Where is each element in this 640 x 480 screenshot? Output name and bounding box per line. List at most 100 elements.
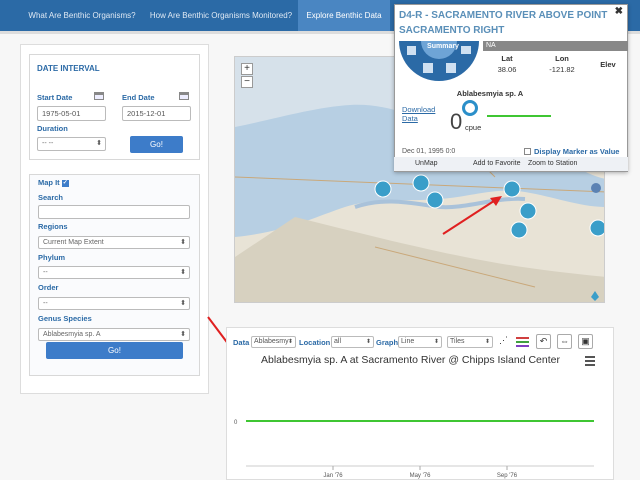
mapit-label: Map It ✓ [38, 178, 69, 187]
nav-how-monitored[interactable]: How Are Benthic Organisms Monitored? [146, 0, 296, 31]
gauge-icon [462, 100, 478, 116]
order-select[interactable]: -- ⬍ [38, 297, 190, 310]
station-marker[interactable] [589, 219, 605, 237]
expand-icon[interactable]: ⇔ [557, 334, 572, 349]
zoom-out-button[interactable]: − [241, 76, 253, 88]
location-label: Location [299, 338, 331, 347]
location-select[interactable]: all ⬍ [331, 336, 374, 348]
tiles-select-value: Tiles [450, 338, 465, 345]
station-marker-selected[interactable] [503, 180, 521, 198]
audio-icon[interactable] [446, 63, 456, 73]
select-caret-icon: ⬍ [180, 300, 186, 307]
graph-type-select[interactable]: Line ⬍ [398, 336, 442, 348]
chart-menu-icon[interactable] [585, 356, 595, 366]
station-marker[interactable] [510, 221, 528, 239]
phylum-label: Phylum [38, 253, 66, 262]
display-marker-label: Display Marker as Value [534, 147, 620, 156]
unmap-action[interactable]: UnMap [415, 160, 438, 167]
graph-type-value: Line [401, 338, 415, 345]
color-legend-icon[interactable] [515, 334, 530, 349]
species-name: Ablabesmyia sp. A [456, 89, 524, 98]
order-label: Order [38, 283, 59, 292]
date-interval-title: DATE INTERVAL [37, 64, 100, 73]
count-value: 0 [450, 109, 463, 134]
nav-explore-data[interactable]: Explore Benthic Data [298, 0, 390, 31]
station-marker[interactable] [426, 191, 444, 209]
menu-line [585, 364, 595, 366]
location-select-value: all [334, 338, 342, 345]
station-marker[interactable] [374, 180, 392, 198]
station-marker[interactable] [519, 202, 537, 220]
select-caret-icon: ⬍ [180, 331, 186, 338]
display-marker-checkbox[interactable] [524, 148, 531, 155]
undo-icon[interactable]: ↶ [536, 334, 551, 349]
genus-label: Genus Species [38, 314, 92, 323]
legend-swatch-green [516, 341, 529, 343]
clock-icon[interactable] [591, 183, 601, 193]
duration-select[interactable]: -- -- ⬍ [37, 137, 106, 151]
menu-line [585, 360, 595, 362]
summary-label[interactable]: Summary [423, 43, 463, 50]
trend-icon[interactable]: ⋰ [496, 334, 511, 349]
elev-label: Elev [600, 60, 616, 69]
order-value: -- [43, 300, 48, 307]
end-date-input[interactable]: 2015-12-01 [122, 106, 191, 121]
select-caret-icon: ⬍ [180, 239, 186, 246]
start-calendar-icon[interactable] [94, 92, 104, 100]
regions-value: Current Map Extent [43, 239, 104, 246]
download-data-link[interactable]: Download Data [402, 105, 442, 123]
genus-select[interactable]: Ablabesmyia sp. A ⬍ [38, 328, 190, 341]
chart-title: Ablabesmyia sp. A at Sacramento River @ … [261, 354, 560, 366]
legend-swatch-red [516, 337, 529, 339]
select-caret-icon: ⬍ [365, 339, 371, 345]
nav-what-are-benthic[interactable]: What Are Benthic Organisms? [20, 0, 144, 31]
station-popup: D4-R - SACRAMENTO RIVER ABOVE POINT SACR… [394, 4, 628, 172]
lat-value: 38.06 [497, 65, 517, 74]
bar-chart-icon[interactable] [423, 63, 433, 73]
x-tick-label: May '76 [410, 473, 431, 479]
graph-label: Graph [376, 338, 399, 347]
mapit-checkbox[interactable]: ✓ [61, 179, 69, 187]
genus-value: Ablabesmyia sp. A [43, 331, 101, 338]
lon-value: -121.82 [549, 65, 575, 74]
zoom-station-action[interactable]: Zoom to Station [528, 160, 577, 167]
regions-select[interactable]: Current Map Extent ⬍ [38, 236, 190, 249]
select-caret-icon: ⬍ [96, 140, 102, 147]
data-label: Data [233, 338, 250, 347]
phylum-select[interactable]: -- ⬍ [38, 266, 190, 279]
species-go-button[interactable]: Go! [46, 342, 183, 359]
phylum-value: -- [43, 269, 48, 276]
popup-title: D4-R - SACRAMENTO RIVER ABOVE POINT SACR… [399, 10, 608, 36]
station-marker[interactable] [412, 174, 430, 192]
grid-icon[interactable] [407, 46, 416, 55]
duration-value: -- -- [42, 140, 54, 147]
lon-label: Lon [555, 54, 569, 63]
close-icon[interactable]: ✖ [615, 6, 623, 17]
sparkline [487, 115, 551, 117]
legend-swatch-purple [516, 345, 529, 347]
data-select-value: Ablabesmy [254, 338, 289, 345]
save-icon[interactable]: ▣ [578, 334, 593, 349]
popup-actions-bar: UnMap Add to Favorite Zoom to Station [394, 157, 628, 171]
end-date-label: End Date [122, 93, 155, 102]
select-caret-icon: ⬍ [180, 269, 186, 276]
date-go-button[interactable]: Go! [130, 136, 183, 153]
select-caret-icon: ⬍ [484, 339, 490, 345]
popup-date: Dec 01, 1995 0:0 [402, 148, 456, 155]
search-label: Search [38, 193, 64, 202]
end-calendar-icon[interactable] [179, 92, 189, 100]
select-caret-icon: ⬍ [433, 339, 439, 345]
tiles-select[interactable]: Tiles ⬍ [447, 336, 493, 348]
add-favorite-action[interactable]: Add to Favorite [473, 160, 520, 167]
search-input[interactable] [38, 205, 190, 219]
chart-plot: 0 Jan '76 May '76 Sep '76 [234, 420, 594, 479]
zoom-in-button[interactable]: + [241, 63, 253, 75]
data-select[interactable]: Ablabesmy ⬍ [251, 336, 296, 348]
start-date-input[interactable]: 1975-05-01 [37, 106, 106, 121]
y-tick-label: 0 [234, 420, 238, 426]
count-unit: cpue [465, 123, 482, 132]
regions-label: Regions [38, 222, 68, 231]
lat-label: Lat [501, 54, 513, 63]
duration-label: Duration [37, 124, 68, 133]
x-tick-label: Jan '76 [323, 473, 343, 479]
